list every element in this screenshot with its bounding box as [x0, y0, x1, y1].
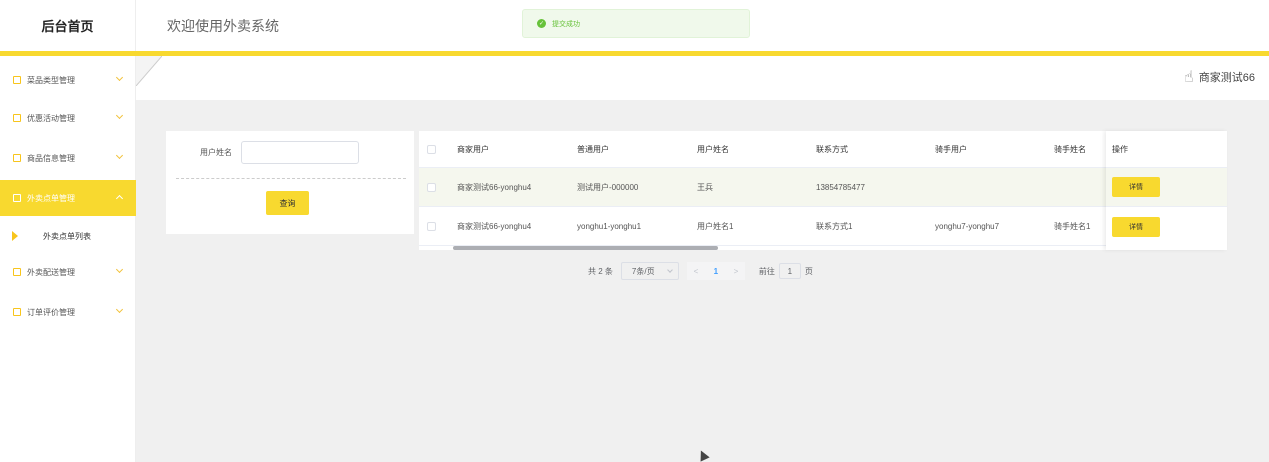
page-size-select[interactable]: 7条/页: [620, 262, 679, 280]
chevron-down-icon: [115, 111, 124, 120]
cell-phone: 联系方式1: [816, 221, 853, 231]
menu-square-icon: [13, 194, 21, 202]
goto-page-input[interactable]: 1: [778, 263, 801, 279]
total-count: 共 2 条: [588, 266, 613, 276]
check-circle-icon: ✓: [537, 19, 546, 28]
page-number[interactable]: 1: [704, 262, 727, 280]
orders-table: 商家用户 普通用户 用户姓名 联系方式 骑手用户 骑手姓名 商家测试66-yon…: [419, 131, 1227, 250]
column-header[interactable]: 用户姓名: [697, 131, 729, 167]
cell-user: yonghu1-yonghu1: [577, 221, 642, 231]
home-link[interactable]: 后台首页: [0, 0, 136, 51]
menu-square-icon: [13, 76, 21, 84]
collapse-toggle-icon[interactable]: [136, 56, 162, 86]
cell-rider: yonghu7-yonghu7: [935, 221, 1000, 231]
sidebar-item-label: 外卖配送管理: [27, 267, 75, 277]
page-unit-label: 页: [804, 266, 813, 276]
menu-square-icon: [13, 154, 21, 162]
sidebar-item-promotions[interactable]: 优惠活动管理: [0, 100, 136, 136]
menu-square-icon: [13, 308, 21, 316]
cell-phone: 13854785477: [816, 182, 865, 192]
cell-merchant: 商家测试66-yonghu4: [457, 182, 532, 192]
row-checkbox[interactable]: [427, 221, 436, 231]
cell-user: 测试用户-000000: [577, 182, 639, 192]
welcome-title: 欢迎使用外卖系统: [167, 18, 279, 34]
sidebar-item-label: 商品信息管理: [27, 153, 75, 163]
cell-merchant: 商家测试66-yonghu4: [457, 221, 532, 231]
column-header: 操作: [1112, 144, 1128, 154]
divider: [176, 178, 406, 179]
column-header[interactable]: 商家用户: [457, 131, 489, 167]
next-page-button[interactable]: >: [726, 262, 745, 280]
sidebar-item-label: 优惠活动管理: [27, 113, 75, 123]
cell-name: 王兵: [697, 182, 713, 192]
breadcrumb-bar: [136, 56, 1269, 100]
sidebar-item-label: 订单评价管理: [27, 307, 75, 317]
sidebar-item-label: 外卖点单管理: [27, 193, 75, 203]
actions-column: 操作 详情 详情: [1106, 131, 1227, 250]
user-name: 商家测试66: [1198, 72, 1255, 84]
chevron-down-icon: [115, 265, 124, 274]
search-label: 用户姓名: [200, 148, 232, 157]
menu-square-icon: [13, 268, 21, 276]
column-header[interactable]: 联系方式: [816, 131, 848, 167]
sidebar-item-reviews[interactable]: 订单评价管理: [0, 294, 136, 330]
chevron-down-icon: [115, 305, 124, 314]
cell-name: 用户姓名1: [697, 221, 734, 231]
chevron-up-icon: [115, 194, 124, 203]
table-horizontal-scrollbar[interactable]: [453, 246, 718, 250]
sidebar-subitem-label: 外卖点单列表: [43, 231, 91, 241]
detail-button[interactable]: 详情: [1112, 177, 1160, 197]
success-toast: ✓ 提交成功: [522, 9, 750, 38]
column-header[interactable]: 普通用户: [577, 131, 609, 167]
chevron-down-icon: [115, 151, 124, 160]
column-header[interactable]: 骑手姓名: [1054, 131, 1086, 167]
username-search-input[interactable]: [241, 141, 359, 164]
prev-page-button[interactable]: <: [686, 262, 705, 280]
column-header[interactable]: 骑手用户: [935, 131, 967, 167]
sidebar-subitem-order-list[interactable]: 外卖点单列表: [0, 218, 136, 254]
sidebar: 菜品类型管理 优惠活动管理 商品信息管理 外卖点单管理 外卖点单列表 外卖配送管…: [0, 56, 136, 462]
page-size-value: 7条/页: [631, 266, 655, 276]
sidebar-item-delivery[interactable]: 外卖配送管理: [0, 254, 136, 290]
query-button[interactable]: 查询: [266, 191, 309, 215]
menu-square-icon: [13, 114, 21, 122]
toast-message: 提交成功: [552, 20, 580, 28]
chevron-down-icon: [115, 73, 124, 82]
sidebar-item-orders[interactable]: 外卖点单管理: [0, 180, 136, 216]
sidebar-item-products[interactable]: 商品信息管理: [0, 140, 136, 176]
detail-button[interactable]: 详情: [1112, 216, 1160, 237]
cell-rider-name: 骑手姓名1: [1054, 221, 1091, 231]
user-menu[interactable]: ☝ 商家测试66: [1184, 66, 1255, 88]
select-all-checkbox[interactable]: [427, 144, 436, 154]
search-panel: 用户姓名 查询: [166, 131, 414, 234]
chevron-down-icon: [667, 267, 673, 273]
hand-icon: ☝: [1184, 69, 1194, 86]
caret-right-icon: [12, 231, 18, 241]
goto-label: 前往: [758, 266, 775, 276]
sidebar-item-label: 菜品类型管理: [27, 75, 75, 85]
row-checkbox[interactable]: [427, 182, 436, 192]
sidebar-item-dish-types[interactable]: 菜品类型管理: [0, 62, 136, 98]
pagination: 共 2 条 7条/页 < 1 > 前往 1 页: [588, 262, 813, 280]
